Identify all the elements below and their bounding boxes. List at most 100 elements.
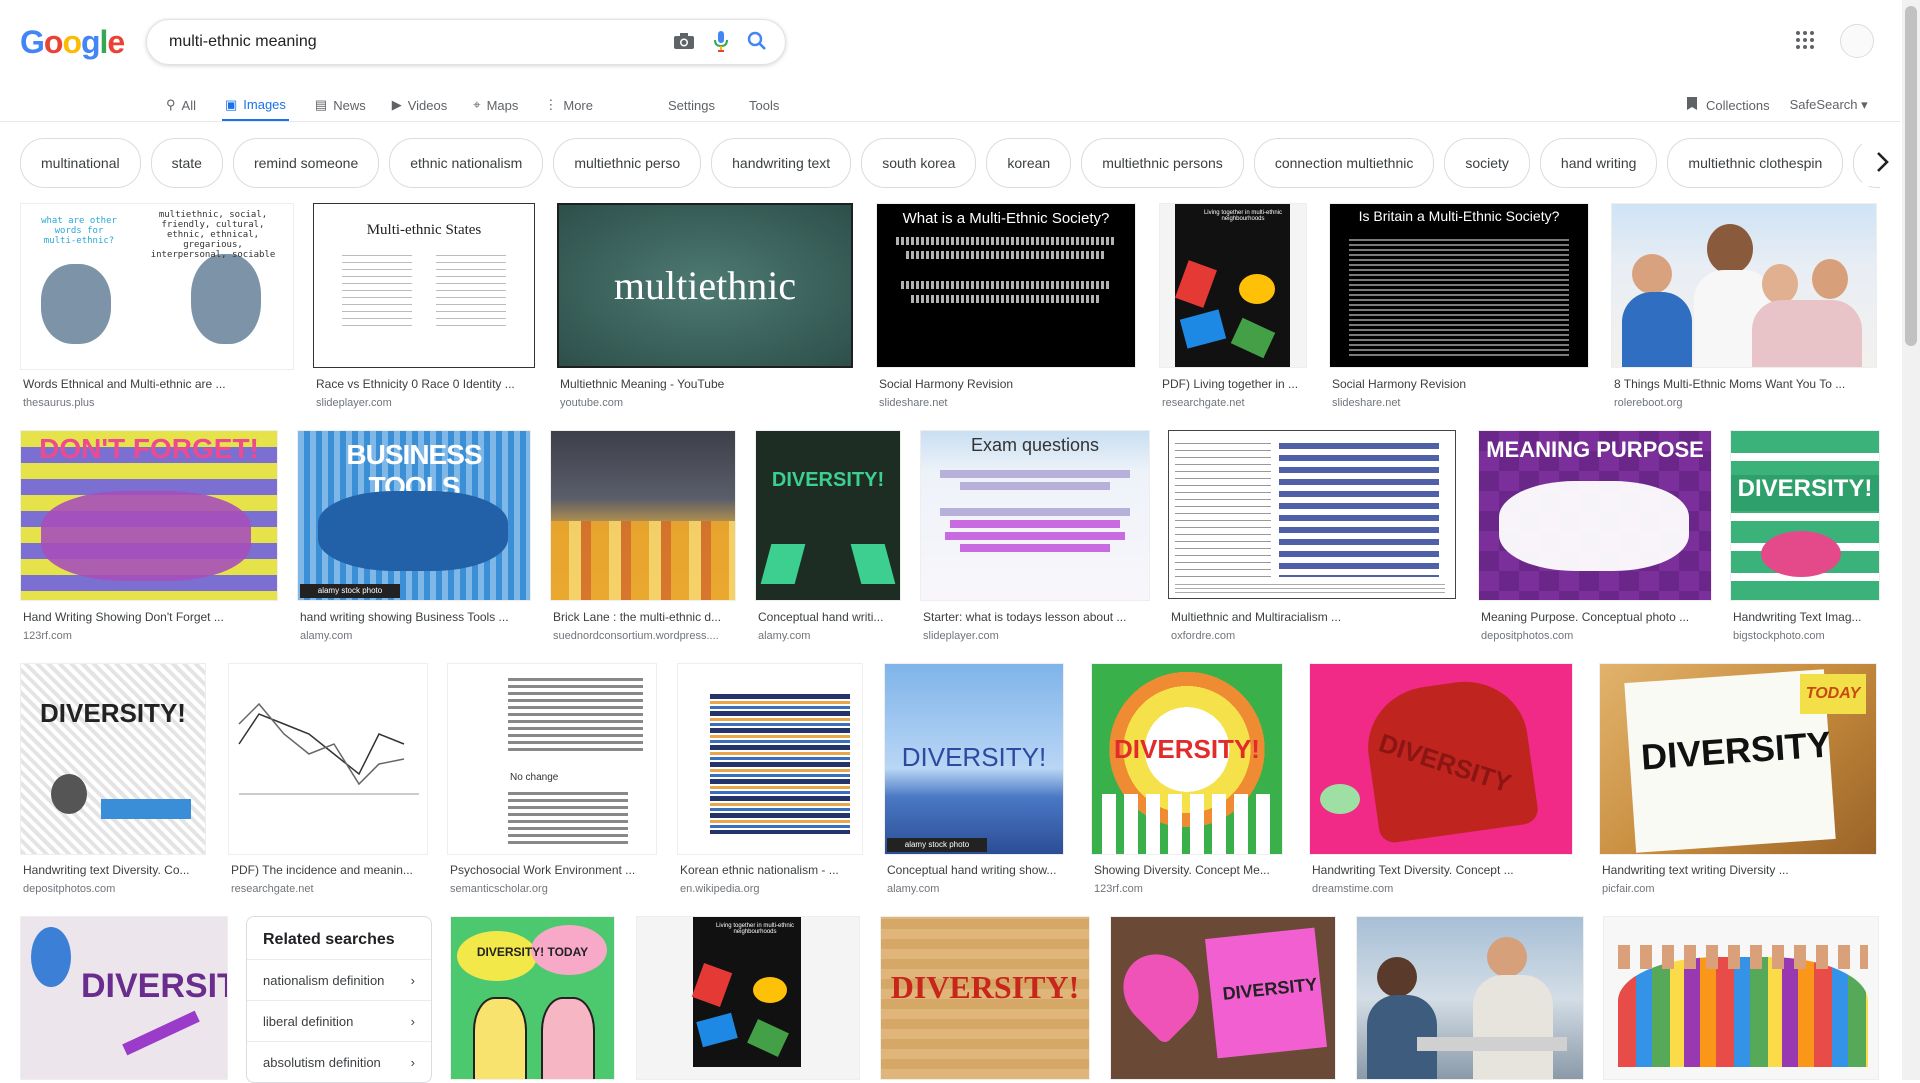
result-source[interactable]: oxfordre.com: [1171, 630, 1235, 642]
result-caption[interactable]: Hand Writing Showing Don't Forget ...: [23, 610, 277, 624]
chip[interactable]: hand writing: [1539, 138, 1658, 188]
image-result[interactable]: What is a Multi-Ethnic Society? Social H…: [876, 203, 1136, 413]
result-source[interactable]: bigstockphoto.com: [1733, 630, 1825, 642]
result-thumbnail[interactable]: DIVERSITY: [1309, 663, 1573, 855]
chip[interactable]: remind someone: [232, 138, 380, 188]
result-caption[interactable]: Handwriting text writing Diversity ...: [1602, 863, 1876, 877]
image-result[interactable]: DIVERSITY: [1110, 916, 1336, 1080]
result-caption[interactable]: Words Ethnical and Multi-ethnic are ...: [23, 377, 291, 391]
result-source[interactable]: slideshare.net: [879, 397, 948, 409]
result-source[interactable]: dreamstime.com: [1312, 883, 1393, 895]
result-source[interactable]: youtube.com: [560, 397, 623, 409]
image-result[interactable]: DIVERSITY! Showing Diversity. Concept Me…: [1091, 663, 1283, 898]
result-caption[interactable]: Conceptual hand writing show...: [887, 863, 1063, 877]
image-result[interactable]: Living together in multi-ethnic neighbou…: [1159, 203, 1307, 413]
result-thumbnail[interactable]: No change: [447, 663, 657, 855]
result-caption[interactable]: Handwriting text Diversity. Co...: [23, 863, 205, 877]
related-search-item[interactable]: nationalism definition ›: [247, 959, 431, 1000]
tab-images[interactable]: ▣ Images: [221, 90, 289, 122]
search-input[interactable]: [167, 32, 651, 52]
google-logo[interactable]: Google: [20, 24, 125, 61]
result-thumbnail[interactable]: DON'T FORGET!: [20, 430, 278, 601]
apps-grid-icon[interactable]: [1796, 31, 1814, 54]
image-result[interactable]: DON'T FORGET! Hand Writing Showing Don't…: [20, 430, 278, 645]
image-result[interactable]: Living together in multi-ethnic neighbou…: [636, 916, 860, 1080]
microphone-icon[interactable]: [713, 30, 729, 52]
result-source[interactable]: depositphotos.com: [23, 883, 115, 895]
tab-videos[interactable]: ▶ Videos: [392, 90, 448, 120]
result-thumbnail[interactable]: BUSINESS TOOLS alamy stock photo: [297, 430, 531, 601]
scrollbar-thumb[interactable]: [1905, 6, 1917, 346]
image-result[interactable]: what are other words for multi-ethnic? m…: [20, 203, 294, 413]
result-thumbnail[interactable]: [550, 430, 736, 601]
result-caption[interactable]: Social Harmony Revision: [1332, 377, 1588, 391]
tab-all[interactable]: ⚲ All: [166, 90, 196, 120]
result-thumbnail[interactable]: [1611, 203, 1877, 368]
image-result[interactable]: PDF) The incidence and meanin... researc…: [228, 663, 428, 898]
result-caption[interactable]: Meaning Purpose. Conceptual photo ...: [1481, 610, 1711, 624]
result-caption[interactable]: Multiethnic and Multiracialism ...: [1171, 610, 1457, 624]
image-result[interactable]: Multi-ethnic States Race vs Ethnicity 0 …: [313, 203, 535, 413]
result-source[interactable]: alamy.com: [300, 630, 352, 642]
result-source[interactable]: depositphotos.com: [1481, 630, 1573, 642]
image-result[interactable]: DIVERSITY: [20, 916, 228, 1080]
chevron-right-icon[interactable]: [1862, 138, 1902, 186]
result-thumbnail[interactable]: MEANING PURPOSE: [1478, 430, 1712, 601]
result-thumbnail[interactable]: [1168, 430, 1456, 599]
result-thumbnail[interactable]: DIVERSITY!: [1091, 663, 1283, 855]
image-result[interactable]: DIVERSITY! Handwriting text Diversity. C…: [20, 663, 206, 898]
chip[interactable]: multinational: [20, 138, 141, 188]
image-result[interactable]: No change Psychosocial Work Environment …: [447, 663, 657, 898]
result-source[interactable]: 123rf.com: [1094, 883, 1143, 895]
result-thumbnail[interactable]: Living together in multi-ethnic neighbou…: [1159, 203, 1307, 368]
chip[interactable]: ethnic nationalism: [389, 138, 544, 188]
result-thumbnail[interactable]: DIVERSITY!: [1730, 430, 1880, 601]
image-result[interactable]: MEANING PURPOSE Meaning Purpose. Concept…: [1478, 430, 1712, 645]
image-result[interactable]: Is Britain a Multi-Ethnic Society? Socia…: [1329, 203, 1589, 413]
image-result[interactable]: Korean ethnic nationalism - ... en.wikip…: [677, 663, 863, 898]
tab-more[interactable]: ⋮ More: [544, 90, 593, 120]
chip[interactable]: multiethnic persons: [1081, 138, 1244, 188]
collections-button[interactable]: Collections: [1686, 96, 1770, 114]
image-result[interactable]: DIVERSITY Handwriting Text Diversity. Co…: [1309, 663, 1573, 898]
image-result[interactable]: DIVERSITY TODAY Handwriting text writing…: [1599, 663, 1877, 898]
image-result[interactable]: Multiethnic and Multiracialism ... oxfor…: [1168, 430, 1458, 645]
safesearch-button[interactable]: SafeSearch ▾: [1790, 97, 1868, 113]
chip[interactable]: multiethnic clothespin: [1667, 138, 1844, 188]
result-caption[interactable]: Brick Lane : the multi-ethnic d...: [553, 610, 735, 624]
result-source[interactable]: 123rf.com: [23, 630, 72, 642]
related-search-item[interactable]: absolutism definition ›: [247, 1041, 431, 1082]
result-thumbnail[interactable]: Multi-ethnic States: [313, 203, 535, 368]
chip[interactable]: connection multiethnic: [1253, 138, 1435, 188]
tab-maps[interactable]: ⌖ Maps: [473, 90, 518, 120]
result-caption[interactable]: Conceptual hand writi...: [758, 610, 900, 624]
result-thumbnail[interactable]: DIVERSITY!: [880, 916, 1090, 1080]
result-caption[interactable]: Showing Diversity. Concept Me...: [1094, 863, 1282, 877]
tools-link[interactable]: Tools: [749, 98, 779, 113]
result-thumbnail[interactable]: DIVERSITY! TODAY: [450, 916, 615, 1080]
chip[interactable]: handwriting text: [711, 138, 852, 188]
result-thumbnail[interactable]: Exam questions: [920, 430, 1150, 601]
image-result[interactable]: [1356, 916, 1584, 1080]
camera-icon[interactable]: [673, 32, 695, 50]
chip[interactable]: korean: [986, 138, 1072, 188]
image-result[interactable]: DIVERSITY! Handwriting Text Imag... bigs…: [1730, 430, 1880, 645]
result-caption[interactable]: hand writing showing Business Tools ...: [300, 610, 530, 624]
image-result[interactable]: Brick Lane : the multi-ethnic d... suedn…: [550, 430, 736, 645]
result-caption[interactable]: 8 Things Multi-Ethnic Moms Want You To .…: [1614, 377, 1876, 391]
chip[interactable]: south korea: [861, 138, 977, 188]
result-thumbnail[interactable]: what are other words for multi-ethnic? m…: [20, 203, 294, 370]
result-thumbnail[interactable]: [677, 663, 863, 855]
result-thumbnail[interactable]: Is Britain a Multi-Ethnic Society?: [1329, 203, 1589, 368]
result-thumbnail[interactable]: Living together in multi-ethnic neighbou…: [636, 916, 860, 1080]
result-source[interactable]: alamy.com: [758, 630, 810, 642]
image-result[interactable]: DIVERSITY! Conceptual hand writi... alam…: [755, 430, 901, 645]
result-source[interactable]: picfair.com: [1602, 883, 1655, 895]
result-source[interactable]: rolereboot.org: [1614, 397, 1683, 409]
chip[interactable]: multiethnic perso: [553, 138, 702, 188]
result-caption[interactable]: Race vs Ethnicity 0 Race 0 Identity ...: [316, 377, 534, 391]
result-caption[interactable]: Multiethnic Meaning - YouTube: [560, 377, 850, 391]
search-icon[interactable]: [747, 31, 767, 51]
result-thumbnail[interactable]: What is a Multi-Ethnic Society?: [876, 203, 1136, 368]
result-thumbnail[interactable]: DIVERSITY! alamy stock photo: [884, 663, 1064, 855]
